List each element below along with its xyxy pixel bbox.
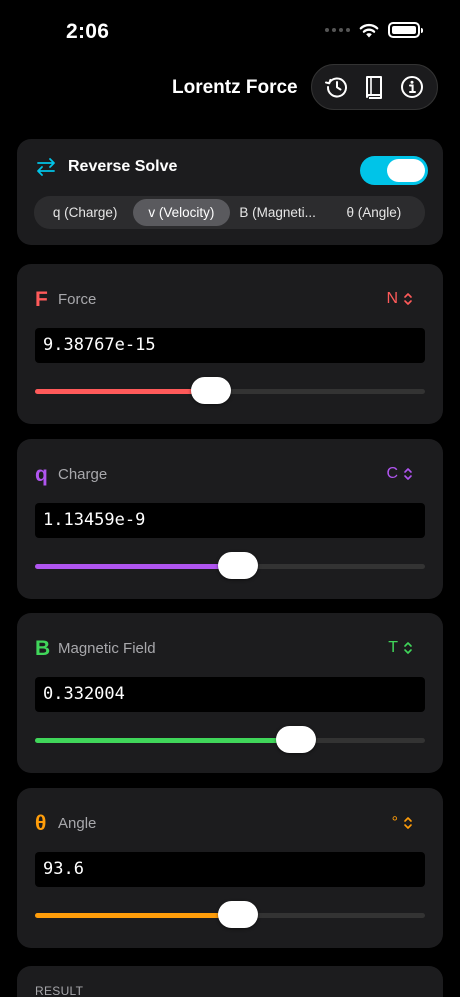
swap-arrows-icon	[37, 158, 55, 176]
reverse-solve-header: Reverse Solve	[35, 157, 177, 177]
charge-slider[interactable]	[35, 552, 425, 579]
charge-value-field[interactable]: 1.13459e-9	[35, 503, 425, 538]
angle-label: Angle	[58, 815, 97, 832]
force-unit-label: N	[386, 290, 398, 307]
angle-unit-label: °	[391, 814, 398, 831]
charge-symbol: q	[35, 463, 48, 486]
slider-fill	[35, 564, 238, 569]
toolbar-actions	[311, 64, 438, 110]
wifi-icon	[359, 23, 379, 37]
info-button[interactable]	[395, 70, 429, 104]
charge-unit-label: C	[386, 465, 398, 482]
slider-fill	[35, 389, 211, 394]
reverse-solve-toggle[interactable]	[360, 156, 428, 185]
force-symbol: F	[35, 288, 48, 311]
page-title: Lorentz Force	[172, 77, 298, 98]
result-card: RESULT	[17, 966, 443, 997]
chevron-up-down-icon	[404, 293, 412, 305]
angle-card: θ Angle ° 93.6	[17, 788, 443, 948]
angle-unit-picker[interactable]: °	[392, 814, 413, 832]
status-icons	[325, 22, 423, 38]
segment-angle[interactable]: θ (Angle)	[326, 199, 422, 226]
force-unit-picker[interactable]: N	[386, 290, 413, 308]
magnetic-field-value-field[interactable]: 0.332004	[35, 677, 425, 712]
angle-value-field[interactable]: 93.6	[35, 852, 425, 887]
magnetic-field-slider[interactable]	[35, 726, 425, 753]
chevron-up-down-icon	[404, 642, 412, 654]
slider-thumb[interactable]	[276, 726, 317, 753]
charge-unit-picker[interactable]: C	[386, 465, 413, 483]
history-icon	[324, 77, 347, 98]
chevron-up-down-icon	[404, 817, 412, 829]
magnetic-field-label: Magnetic Field	[58, 640, 156, 657]
chevron-up-down-icon	[404, 468, 412, 480]
info-icon	[401, 76, 424, 98]
slider-fill	[35, 913, 238, 918]
segment-charge[interactable]: q (Charge)	[37, 199, 133, 226]
solve-target-picker: q (Charge) v (Velocity) B (Magneti... θ …	[34, 196, 425, 229]
force-slider[interactable]	[35, 377, 425, 404]
reverse-solve-label: Reverse Solve	[68, 158, 178, 175]
magnetic-field-symbol: B	[35, 637, 51, 660]
slider-thumb[interactable]	[217, 552, 258, 579]
angle-symbol: θ	[35, 812, 47, 835]
cellular-signal-icon	[325, 28, 350, 32]
magnetic-field-unit-label: T	[388, 639, 398, 656]
magnetic-field-unit-picker[interactable]: T	[388, 639, 413, 657]
force-value-field[interactable]: 9.38767e-15	[35, 328, 425, 363]
angle-slider[interactable]	[35, 901, 425, 928]
charge-label: Charge	[58, 466, 108, 483]
slider-fill	[35, 738, 297, 743]
history-button[interactable]	[320, 70, 354, 104]
magnetic-field-card: B Magnetic Field T 0.332004	[17, 613, 443, 773]
charge-card: q Charge C 1.13459e-9	[17, 439, 443, 599]
reverse-solve-card: Reverse Solve q (Charge) v (Velocity) B …	[17, 139, 443, 245]
segment-velocity[interactable]: v (Velocity)	[133, 199, 230, 226]
segment-magnetic-field[interactable]: B (Magneti...	[230, 199, 326, 226]
status-bar: 2:06	[0, 0, 460, 60]
battery-icon	[388, 22, 423, 38]
result-label: RESULT	[35, 984, 84, 997]
reference-button[interactable]	[357, 70, 391, 104]
slider-thumb[interactable]	[217, 901, 258, 928]
status-time: 2:06	[66, 20, 110, 43]
force-label: Force	[58, 291, 97, 308]
toggle-knob	[387, 159, 425, 182]
force-card: F Force N 9.38767e-15	[17, 264, 443, 424]
book-icon	[366, 76, 383, 99]
slider-thumb[interactable]	[190, 377, 231, 404]
